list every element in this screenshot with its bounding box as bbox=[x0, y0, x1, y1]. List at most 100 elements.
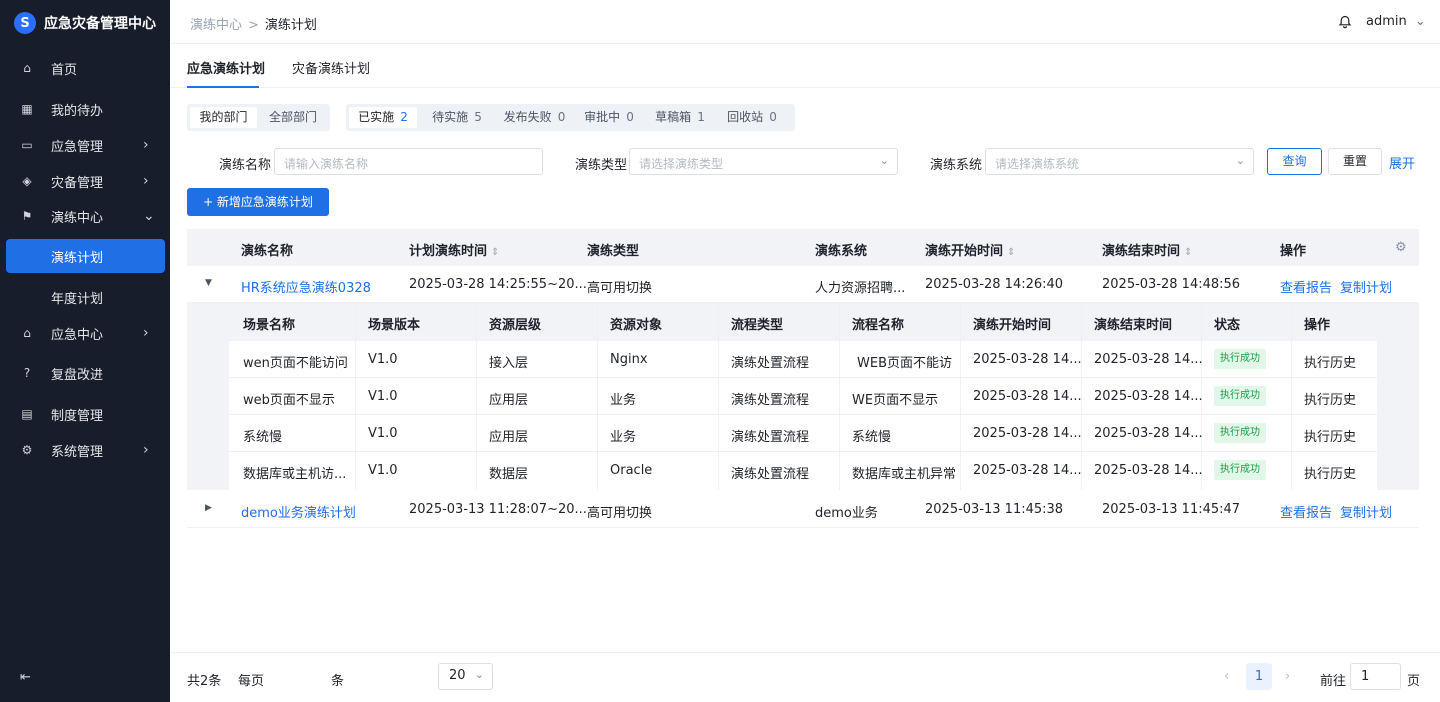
status-count: 2 bbox=[400, 110, 408, 124]
copy-plan-link[interactable]: 复制计划 bbox=[1340, 502, 1392, 521]
column-settings-icon[interactable]: ⚙ bbox=[1395, 240, 1407, 255]
tab-emergency-plan[interactable]: 应急演练计划 bbox=[187, 58, 265, 77]
status-failed-button[interactable]: 发布失败 0 bbox=[497, 107, 572, 128]
sort-icon[interactable]: ⇕ bbox=[491, 247, 499, 258]
user-menu[interactable]: admin ⌄ bbox=[1366, 14, 1426, 29]
scene-name-cell: wen页面不能访问 bbox=[243, 356, 348, 371]
drill-type-cell: 高可用切换 bbox=[587, 506, 653, 521]
status-count: 0 bbox=[626, 110, 634, 124]
col-drill-system: 演练系统 bbox=[815, 244, 868, 259]
scene-table: 场景名称 场景版本 资源层级 资源对象 流程类型 流程名称 演练开始时间 演练结… bbox=[229, 303, 1377, 490]
resource-object-cell: Nginx bbox=[610, 352, 648, 367]
goto-page-input[interactable]: 1 bbox=[1350, 663, 1401, 690]
reset-button[interactable]: 重置 bbox=[1328, 148, 1382, 175]
sidebar-item-policy[interactable]: ▤ 制度管理 bbox=[0, 396, 170, 432]
breadcrumb-item-drill-center[interactable]: 演练中心 bbox=[190, 18, 242, 33]
status-badge: 执行成功 bbox=[1214, 460, 1266, 480]
status-label: 发布失败 bbox=[503, 110, 552, 124]
drill-name-link[interactable]: HR系统应急演练0328 bbox=[241, 277, 371, 296]
page-unit: 页 bbox=[1407, 674, 1421, 689]
drill-system-select[interactable]: 请选择演练系统 ⌄ bbox=[985, 148, 1254, 175]
col-plan-time[interactable]: 计划演练时间 ⇕ bbox=[409, 240, 499, 259]
flow-name-link[interactable]: 系统慢 bbox=[852, 426, 891, 445]
chevron-right-icon: › bbox=[143, 442, 149, 458]
col-start-time[interactable]: 演练开始时间 ⇕ bbox=[925, 240, 1015, 259]
col-end-time[interactable]: 演练结束时间 ⇕ bbox=[1102, 240, 1192, 259]
sidebar-item-todo[interactable]: ▦ 我的待办 bbox=[0, 91, 170, 127]
start-time-cell: 2025-03-28 14:26:40 bbox=[925, 277, 1064, 292]
chevron-right-icon: › bbox=[143, 173, 149, 189]
sidebar-item-review[interactable]: ? 复盘改进 bbox=[0, 355, 170, 391]
query-button[interactable]: 查询 bbox=[1267, 148, 1322, 175]
status-filter: 已实施 2 待实施 5 发布失败 0 审批中 0 草稿箱 1 回收站 0 bbox=[346, 104, 795, 131]
status-count: 1 bbox=[697, 110, 705, 124]
view-report-link[interactable]: 查看报告 bbox=[1280, 502, 1332, 521]
execution-history-link[interactable]: 执行历史 bbox=[1304, 389, 1356, 408]
execution-history-link[interactable]: 执行历史 bbox=[1304, 426, 1356, 445]
app-logo[interactable]: S 应急灾备管理中心 bbox=[14, 10, 156, 36]
sidebar-item-system[interactable]: ⚙ 系统管理 › bbox=[0, 432, 170, 468]
sidebar-item-emergency-mgmt[interactable]: ▭ 应急管理 › bbox=[0, 127, 170, 163]
status-pending-button[interactable]: 待实施 5 bbox=[423, 107, 491, 128]
copy-plan-link[interactable]: 复制计划 bbox=[1340, 277, 1392, 296]
sidebar-item-label: 制度管理 bbox=[51, 408, 104, 424]
resource-object-cell: 业务 bbox=[610, 430, 637, 445]
sidebar-item-annual-plan[interactable]: 年度计划 bbox=[0, 279, 170, 315]
expand-filters-link[interactable]: 展开 bbox=[1389, 153, 1415, 172]
sidebar-item-drill-plan[interactable]: 演练计划 bbox=[6, 239, 165, 273]
view-report-link[interactable]: 查看报告 bbox=[1280, 277, 1332, 296]
chevron-down-icon: ⌄ bbox=[474, 668, 484, 681]
scene-start-cell: 2025-03-28 14... bbox=[973, 352, 1082, 367]
dept-mine-button[interactable]: 我的部门 bbox=[190, 107, 257, 128]
sort-icon[interactable]: ⇕ bbox=[1184, 247, 1192, 258]
page-1-button[interactable]: 1 bbox=[1246, 663, 1272, 690]
drill-name-link[interactable]: demo业务演练计划 bbox=[241, 502, 356, 521]
layers-icon: ◈ bbox=[22, 174, 32, 188]
status-approving-button[interactable]: 审批中 0 bbox=[578, 107, 640, 128]
col-status: 状态 bbox=[1214, 318, 1241, 333]
breadcrumb: 演练中心 > 演练计划 bbox=[190, 14, 317, 33]
sort-icon[interactable]: ⇕ bbox=[1007, 247, 1015, 258]
scene-name-cell: 系统慢 bbox=[243, 430, 283, 445]
execution-history-link[interactable]: 执行历史 bbox=[1304, 463, 1356, 482]
flow-type-cell: 演练处置流程 bbox=[731, 467, 810, 482]
flow-name-link[interactable]: WE页面不显示 bbox=[852, 389, 938, 408]
status-label: 审批中 bbox=[584, 110, 621, 124]
status-done-button[interactable]: 已实施 2 bbox=[349, 107, 417, 128]
resource-object-cell: 业务 bbox=[610, 393, 637, 408]
sidebar-item-home[interactable]: ⌂ 首页 bbox=[0, 50, 170, 86]
status-draft-button[interactable]: 草稿箱 1 bbox=[649, 107, 711, 128]
execution-history-link[interactable]: 执行历史 bbox=[1304, 352, 1356, 371]
sidebar-item-drill-center[interactable]: ⚑ 演练中心 ⌄ bbox=[0, 198, 170, 234]
collapse-sidebar-icon[interactable]: ⇤ bbox=[20, 670, 31, 685]
add-emergency-plan-button[interactable]: + 新增应急演练计划 bbox=[187, 188, 329, 216]
page-size-select[interactable]: 20 ⌄ bbox=[438, 663, 493, 690]
col-scene-version: 场景版本 bbox=[368, 318, 421, 333]
flow-name-link[interactable]: WEB页面不能访 bbox=[857, 352, 952, 371]
resource-layer-cell: 数据层 bbox=[489, 467, 529, 482]
prev-page-icon[interactable]: ‹ bbox=[1224, 669, 1229, 684]
plan-time-cell: 2025-03-13 11:28:07~20... bbox=[409, 502, 587, 517]
flow-name-link[interactable]: 数据库或主机异常 bbox=[852, 463, 956, 482]
drill-type-select[interactable]: 请选择演练类型 ⌄ bbox=[629, 148, 898, 175]
col-start-time-label: 演练开始时间 bbox=[925, 244, 1004, 259]
expand-row-icon[interactable]: ▶ bbox=[205, 503, 212, 513]
bell-icon[interactable] bbox=[1338, 15, 1352, 29]
next-page-icon[interactable]: › bbox=[1285, 669, 1290, 684]
plan-tabs: 应急演练计划 灾备演练计划 bbox=[170, 44, 1440, 88]
breadcrumb-item-current: 演练计划 bbox=[264, 18, 317, 33]
sidebar-item-disaster-mgmt[interactable]: ◈ 灾备管理 › bbox=[0, 163, 170, 199]
chevron-down-icon: ⌄ bbox=[879, 154, 889, 167]
question-icon: ? bbox=[23, 366, 31, 380]
dept-all-button[interactable]: 全部部门 bbox=[258, 107, 328, 128]
sidebar-item-label: 灾备管理 bbox=[51, 175, 104, 191]
sidebar-item-emergency-center[interactable]: ⌂ 应急中心 › bbox=[0, 315, 170, 351]
collapse-row-icon[interactable]: ▼ bbox=[205, 278, 212, 288]
sidebar-item-label: 年度计划 bbox=[51, 291, 104, 307]
drill-system-cell: demo业务 bbox=[815, 506, 878, 521]
sidebar-item-label: 应急中心 bbox=[51, 327, 104, 343]
tab-disaster-plan[interactable]: 灾备演练计划 bbox=[292, 58, 370, 77]
status-trash-button[interactable]: 回收站 0 bbox=[721, 107, 783, 128]
drill-name-input[interactable]: 请输入演练名称 bbox=[274, 148, 543, 175]
scene-version-cell: V1.0 bbox=[368, 426, 398, 441]
